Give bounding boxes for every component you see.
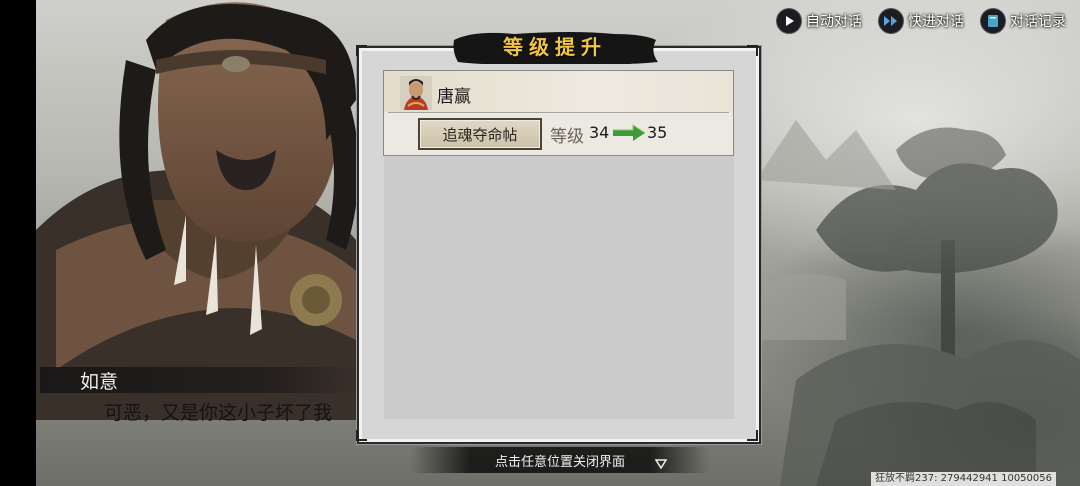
card-divider [388, 112, 729, 113]
corner-ornament-icon [747, 430, 758, 441]
triangle-down-icon [655, 459, 667, 469]
speaker-name: 如意 [80, 371, 119, 393]
level-label: 等级 [550, 127, 584, 147]
corner-ornament-icon [356, 430, 367, 441]
watermark-text: 狂放不羁237: 279442941 10050056 [871, 472, 1056, 486]
dialogue-log-button[interactable]: 对话记录 [980, 8, 1066, 34]
corner-ornament-icon [356, 45, 367, 56]
auto-dialogue-label: 自动对话 [806, 14, 862, 30]
character-avatar [400, 76, 432, 110]
play-icon [776, 8, 802, 34]
fast-forward-label: 快进对话 [908, 14, 964, 30]
dialogue-log-label: 对话记录 [1010, 14, 1066, 30]
auto-dialogue-button[interactable]: 自动对话 [776, 8, 862, 34]
item-button[interactable]: 追魂夺命帖 [418, 118, 542, 150]
character-portrait [36, 2, 376, 420]
dialogue-controls: 自动对话 快进对话 对话记录 [776, 8, 1066, 34]
fast-forward-icon [878, 8, 904, 34]
level-up-card: 唐赢 追魂夺命帖 等级 34 35 [383, 70, 734, 156]
level-from-value: 34 [589, 123, 610, 142]
modal-title: 等级提升 [503, 35, 607, 59]
left-black-bar [0, 0, 36, 486]
level-to-value: 35 [647, 123, 668, 142]
book-icon [980, 8, 1006, 34]
corner-ornament-icon [747, 45, 758, 56]
arrow-right-icon [613, 124, 645, 141]
dialogue-text: 可恶，又是你这小子坏了我 [104, 402, 333, 424]
character-name: 唐赢 [437, 87, 471, 107]
fast-forward-button[interactable]: 快进对话 [878, 8, 964, 34]
